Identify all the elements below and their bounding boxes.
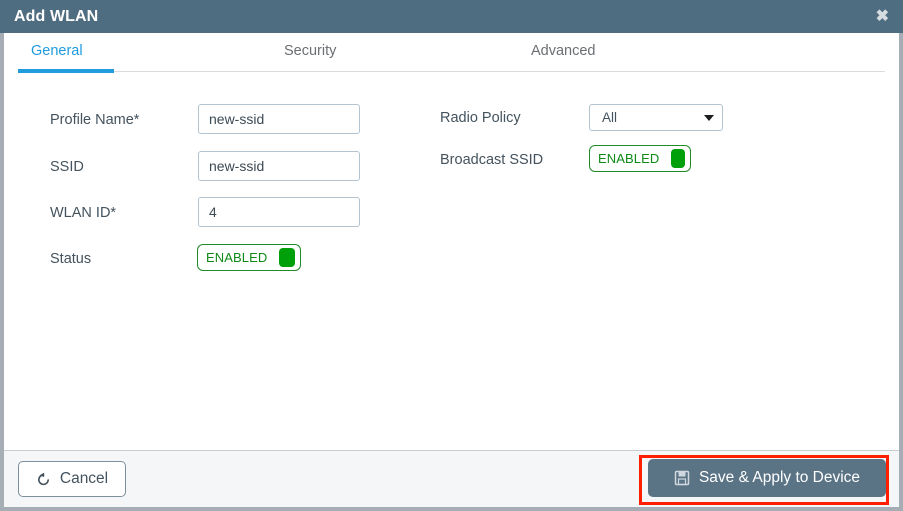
tab-bottom-rule [18, 71, 885, 72]
status-toggle[interactable]: ENABLED [197, 244, 301, 271]
dialog-titlebar: Add WLAN ✖ [0, 0, 903, 33]
dialog-footer: Cancel Save & Apply to Device [4, 450, 899, 507]
tab-bar: General Security Advanced [4, 33, 899, 75]
cancel-button-label: Cancel [59, 470, 109, 487]
tab-advanced[interactable]: Advanced [531, 43, 596, 59]
floppy-disk-icon [674, 470, 690, 486]
radio-policy-value: All [602, 110, 618, 125]
add-wlan-dialog: Add WLAN ✖ General Security Advanced Pro… [0, 0, 903, 511]
ssid-input[interactable] [198, 151, 360, 181]
general-tab-panel: Profile Name* SSID WLAN ID* Status ENABL… [4, 75, 899, 450]
save-and-apply-button-label: Save & Apply to Device [698, 469, 861, 486]
status-toggle-knob [279, 248, 295, 267]
wlan-id-input[interactable] [198, 197, 360, 227]
tab-general[interactable]: General [31, 43, 83, 59]
cancel-button[interactable]: Cancel [18, 461, 126, 497]
label-radio-policy: Radio Policy [440, 110, 521, 126]
save-and-apply-button[interactable]: Save & Apply to Device [648, 459, 886, 497]
chevron-down-icon [704, 114, 714, 121]
label-ssid: SSID [50, 159, 84, 175]
label-wlan-id: WLAN ID* [50, 205, 117, 221]
tab-security[interactable]: Security [284, 43, 336, 59]
status-toggle-label: ENABLED [206, 250, 268, 265]
active-tab-indicator [18, 69, 114, 73]
profile-name-input[interactable] [198, 104, 360, 134]
dialog-title: Add WLAN [14, 7, 99, 25]
radio-policy-select[interactable]: All [589, 104, 723, 131]
undo-icon [37, 472, 49, 485]
label-profile-name: Profile Name* [50, 112, 140, 128]
label-status: Status [50, 251, 92, 267]
close-icon[interactable]: ✖ [876, 8, 889, 25]
broadcast-ssid-toggle-knob [671, 149, 685, 168]
broadcast-ssid-toggle[interactable]: ENABLED [589, 145, 691, 172]
broadcast-ssid-toggle-label: ENABLED [598, 151, 660, 166]
label-broadcast-ssid: Broadcast SSID [440, 152, 544, 168]
